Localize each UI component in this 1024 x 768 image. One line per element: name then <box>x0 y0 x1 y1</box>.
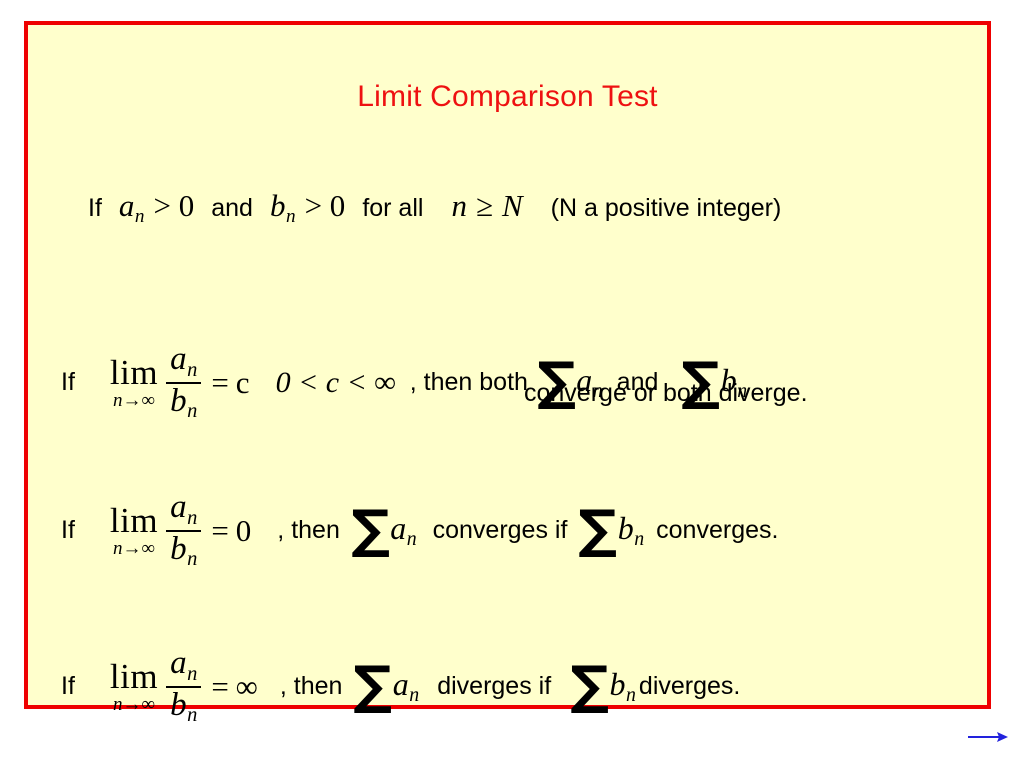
ratio-fraction: an bn <box>166 645 202 727</box>
sequence-b-relation: > 0 <box>304 188 346 223</box>
ratio-fraction: an bn <box>166 489 202 571</box>
series-a-term: an <box>392 665 420 707</box>
statement-2-limit-value: 0 <box>235 512 252 548</box>
statement-row-3: If lim n→∞ an bn = ∞ , then ∑ an diverge… <box>61 645 741 727</box>
fraction-numerator: an <box>170 489 198 529</box>
statement-1-limit-expression: lim n→∞ an bn = c <box>109 341 250 423</box>
next-slide-button[interactable] <box>966 726 1010 750</box>
statement-2-connector: , then <box>277 516 340 545</box>
limit-subscript: n→∞ <box>112 538 156 560</box>
summation-icon: ∑ <box>351 499 390 560</box>
statement-3-equals-sign: = <box>211 668 229 704</box>
statement-3-if-label: If <box>61 672 75 701</box>
statement-1-connector: , then both <box>409 368 528 397</box>
statement-2-series-a: ∑ an <box>351 499 417 560</box>
statement-3-tail: diverges. <box>638 672 741 701</box>
sequence-b-term: bn <box>269 188 296 228</box>
statement-2-if-label: If <box>61 516 75 545</box>
statement-1-range-condition: 0 < c < ∞ <box>275 365 396 399</box>
hypothesis-line: If an > 0 and bn > 0 for all n ≥ N (N a … <box>88 188 781 232</box>
hypothesis-forall-label: for all <box>362 194 424 222</box>
statement-2-tail: converges. <box>656 516 779 545</box>
statement-3-limit-value: ∞ <box>235 668 258 704</box>
statement-2-limit-expression: lim n→∞ an bn = 0 <box>109 489 252 571</box>
limit-operator: lim n→∞ <box>109 353 159 412</box>
hypothesis-if-label: If <box>88 194 102 222</box>
hypothesis-and-label: and <box>211 194 253 222</box>
arrow-right-icon[interactable] <box>966 726 1010 750</box>
fraction-denominator: bn <box>170 382 198 423</box>
series-b-term: bn <box>609 665 636 707</box>
statement-3-limit-expression: lim n→∞ an bn = ∞ <box>109 645 258 727</box>
statement-2-mid-label: converges if <box>432 516 568 545</box>
sequence-a-relation: > 0 <box>153 188 195 223</box>
summation-icon: ∑ <box>570 655 610 716</box>
hypothesis-note: (N a positive integer) <box>550 194 782 222</box>
statement-2-equals-sign: = <box>211 512 229 548</box>
fraction-numerator: an <box>170 645 198 685</box>
statement-3-series-b: ∑ bn <box>570 655 636 716</box>
fraction-denominator: bn <box>170 686 198 727</box>
slide-frame: Limit Comparison Test If an > 0 and bn >… <box>24 21 991 726</box>
statement-1-second-line: converge or both diverge. <box>524 379 808 407</box>
sequence-a-term: an <box>118 188 145 228</box>
page-title: Limit Comparison Test <box>357 80 658 113</box>
threshold-variable: N <box>501 188 523 223</box>
statement-2-series-b: ∑ bn <box>578 499 645 560</box>
statement-1-limit-value: c <box>235 364 250 400</box>
limit-subscript: n→∞ <box>112 390 156 412</box>
series-a-term: an <box>390 509 417 551</box>
statement-3-mid-label: diverges if <box>437 672 552 701</box>
statement-3-connector: , then <box>279 672 343 701</box>
limit-subscript: n→∞ <box>112 694 156 716</box>
summation-icon: ∑ <box>353 655 393 716</box>
fraction-numerator: an <box>170 341 198 381</box>
ratio-fraction: an bn <box>166 341 202 423</box>
statement-1-if-label: If <box>61 368 75 397</box>
summation-icon: ∑ <box>578 499 618 560</box>
index-relation: ≥ <box>475 188 493 223</box>
statement-1-equals-sign: = <box>211 364 229 400</box>
index-variable: n <box>451 188 467 223</box>
statement-3-series-a: ∑ an <box>353 655 420 716</box>
limit-operator: lim n→∞ <box>109 501 159 560</box>
statement-row-2: If lim n→∞ an bn = 0 , then ∑ an converg… <box>61 489 779 571</box>
series-b-term: bn <box>617 509 645 551</box>
fraction-denominator: bn <box>170 530 198 571</box>
limit-operator: lim n→∞ <box>109 657 159 716</box>
